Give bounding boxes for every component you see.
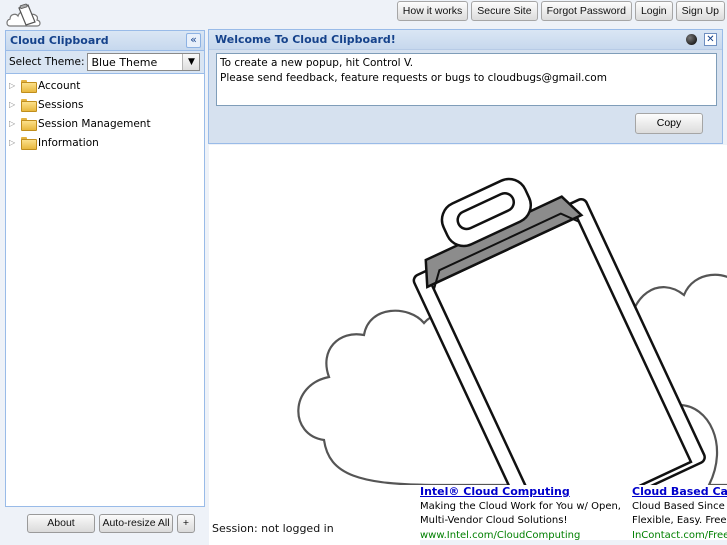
collapse-icon[interactable]: «	[186, 33, 201, 48]
sidebar-title: Cloud Clipboard	[10, 34, 109, 47]
folder-icon	[21, 99, 37, 112]
sidebar-footer: About Auto-resize All +	[27, 514, 195, 533]
ad-block[interactable]: Cloud Based Call C Cloud Based Since 20 …	[632, 485, 727, 540]
background-illustration	[209, 145, 727, 485]
chevron-down-icon[interactable]: ▼	[182, 54, 200, 70]
copy-button[interactable]: Copy	[635, 113, 703, 134]
ad-text: Making the Cloud Work for You w/ Open,	[420, 500, 621, 512]
sidebar-item-label: Information	[38, 136, 99, 149]
forgot-password-button[interactable]: Forgot Password	[540, 1, 632, 21]
ad-strip: Intel® Cloud Computing Making the Cloud …	[420, 485, 727, 540]
sidebar-item-information[interactable]: ▷ Information	[6, 133, 204, 152]
ad-block[interactable]: Intel® Cloud Computing Making the Cloud …	[420, 485, 630, 540]
sidebar-tree: ▷ Account ▷ Sessions ▷ Session Managemen…	[6, 74, 204, 152]
folder-icon	[21, 80, 37, 93]
auto-resize-all-button[interactable]: Auto-resize All	[99, 514, 173, 533]
ad-text: Multi-Vendor Cloud Solutions!	[420, 515, 568, 526]
expand-arrow-icon[interactable]: ▷	[9, 119, 19, 128]
sign-up-button[interactable]: Sign Up	[675, 1, 725, 21]
login-button[interactable]: Login	[634, 1, 673, 21]
theme-row: Select Theme: Blue Theme ▼	[6, 51, 204, 74]
theme-select-value: Blue Theme	[91, 55, 158, 69]
sidebar-item-session-management[interactable]: ▷ Session Management	[6, 114, 204, 133]
sidebar-item-label: Session Management	[38, 117, 151, 130]
footer-blank	[209, 485, 420, 545]
ad-url-link[interactable]: www.Intel.com/CloudComputing	[420, 529, 630, 541]
sidebar-item-label: Sessions	[38, 98, 84, 111]
add-button[interactable]: +	[177, 514, 195, 533]
sidebar-header: Cloud Clipboard «	[6, 31, 204, 51]
clipboard-textarea[interactable]: To create a new popup, hit Control V. Pl…	[216, 53, 717, 106]
ad-text: Cloud Based Since 20	[632, 500, 727, 512]
folder-icon	[21, 137, 37, 150]
session-status: Session: not logged in	[212, 522, 334, 535]
theme-select[interactable]: Blue Theme ▼	[87, 53, 201, 71]
sidebar-panel: Cloud Clipboard « Select Theme: Blue The…	[5, 30, 205, 507]
top-nav: How it works Secure Site Forgot Password…	[396, 1, 725, 21]
cloud-clipboard-logo	[6, 3, 41, 27]
welcome-window: Welcome To Cloud Clipboard! ✕ To create …	[208, 29, 723, 144]
ad-title-link[interactable]: Intel® Cloud Computing	[420, 485, 630, 500]
theme-label: Select Theme:	[9, 56, 85, 68]
cloud-clipboard-illustration	[297, 177, 727, 485]
sidebar-item-account[interactable]: ▷ Account	[6, 76, 204, 95]
expand-arrow-icon[interactable]: ▷	[9, 138, 19, 147]
about-button[interactable]: About	[27, 514, 95, 533]
message-line: Please send feedback, feature requests o…	[220, 72, 607, 84]
ad-title-link[interactable]: Cloud Based Call C	[632, 485, 727, 500]
welcome-window-title: Welcome To Cloud Clipboard!	[215, 33, 396, 46]
expand-arrow-icon[interactable]: ▷	[9, 100, 19, 109]
message-line: To create a new popup, hit Control V.	[220, 57, 414, 69]
ad-url-link[interactable]: InContact.com/Free	[632, 529, 727, 541]
how-it-works-button[interactable]: How it works	[396, 1, 469, 21]
theme-toggle-icon[interactable]	[686, 34, 697, 45]
ad-text: Flexible, Easy. Free I	[632, 515, 727, 526]
close-icon[interactable]: ✕	[704, 33, 717, 46]
folder-icon	[21, 118, 37, 131]
welcome-window-header[interactable]: Welcome To Cloud Clipboard! ✕	[209, 30, 722, 50]
expand-arrow-icon[interactable]: ▷	[9, 81, 19, 90]
secure-site-button[interactable]: Secure Site	[471, 1, 538, 21]
sidebar-item-sessions[interactable]: ▷ Sessions	[6, 95, 204, 114]
sidebar-item-label: Account	[38, 79, 81, 92]
